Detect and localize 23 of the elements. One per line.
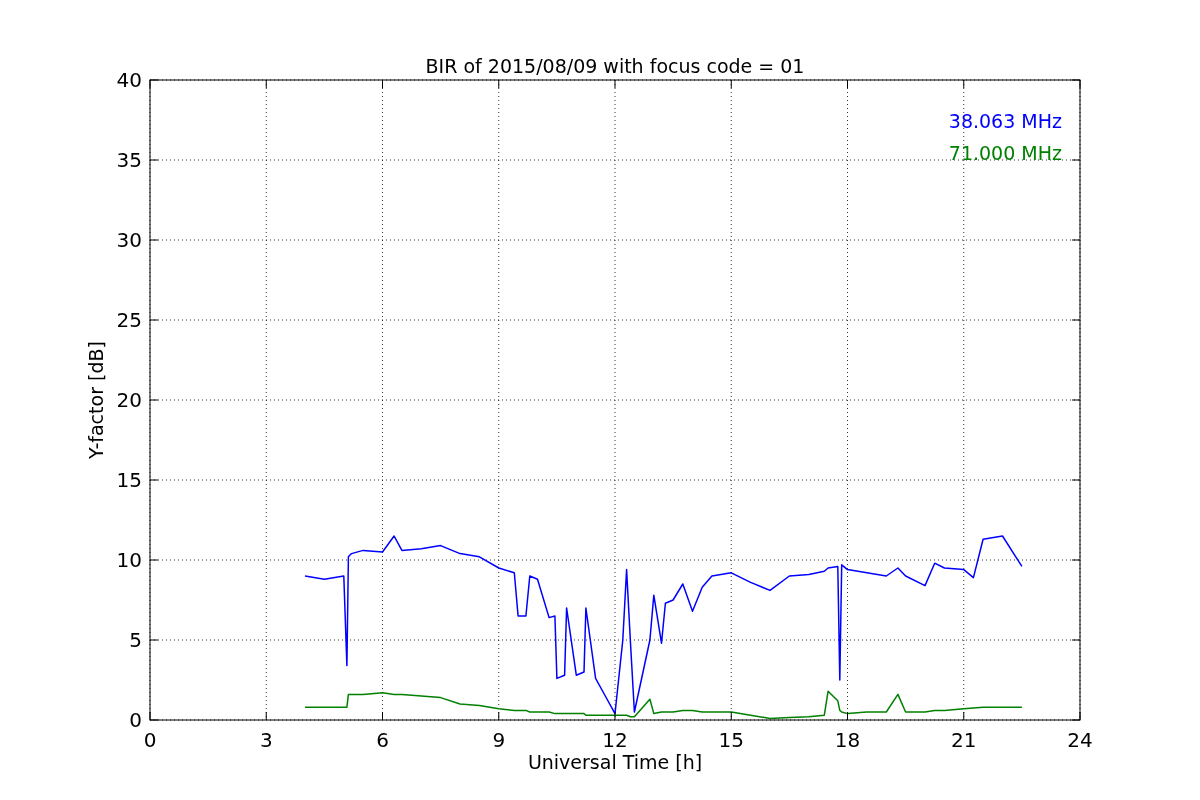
x-tick-label: 24 (1067, 728, 1093, 752)
x-tick-label: 18 (834, 728, 861, 752)
y-tick-label: 15 (116, 468, 142, 492)
x-tick-label: 3 (259, 728, 273, 752)
y-tick-label: 0 (129, 708, 142, 732)
y-tick-label: 40 (116, 68, 142, 92)
y-tick-label: 10 (116, 548, 142, 572)
y-tick-label: 20 (116, 388, 142, 412)
x-tick-label: 6 (376, 728, 389, 752)
x-tick-label: 21 (951, 728, 977, 752)
y-tick-label: 5 (129, 628, 142, 652)
x-tick-label: 0 (143, 728, 157, 752)
x-tick-label: 12 (602, 728, 628, 752)
y-axis-label: Y-factor [dB] (85, 341, 107, 459)
y-tick-label: 25 (116, 308, 142, 332)
x-axis-label: Universal Time [h] (527, 751, 703, 773)
legend-label: 38.063 MHz (948, 110, 1062, 132)
y-tick-label: 35 (116, 148, 142, 172)
legend-label: 71.000 MHz (948, 142, 1062, 164)
chart-title: BIR of 2015/08/09 with focus code = 01 (425, 55, 805, 77)
x-tick-label: 15 (718, 728, 744, 752)
x-tick-label: 9 (492, 728, 506, 752)
y-tick-label: 30 (116, 228, 142, 252)
